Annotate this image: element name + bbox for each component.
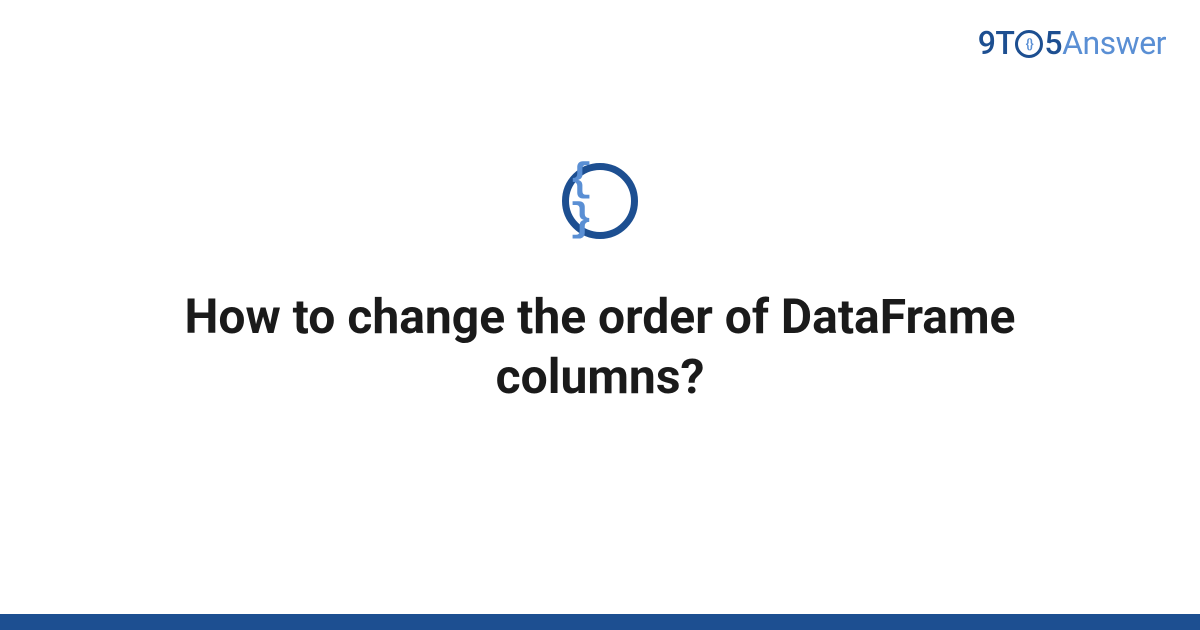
- footer-accent-bar: [0, 614, 1200, 630]
- code-braces-icon: { }: [562, 163, 638, 239]
- braces-glyph: { }: [569, 161, 631, 241]
- question-title: How to change the order of DataFrame col…: [150, 287, 1050, 407]
- main-content: { } How to change the order of DataFrame…: [0, 0, 1200, 630]
